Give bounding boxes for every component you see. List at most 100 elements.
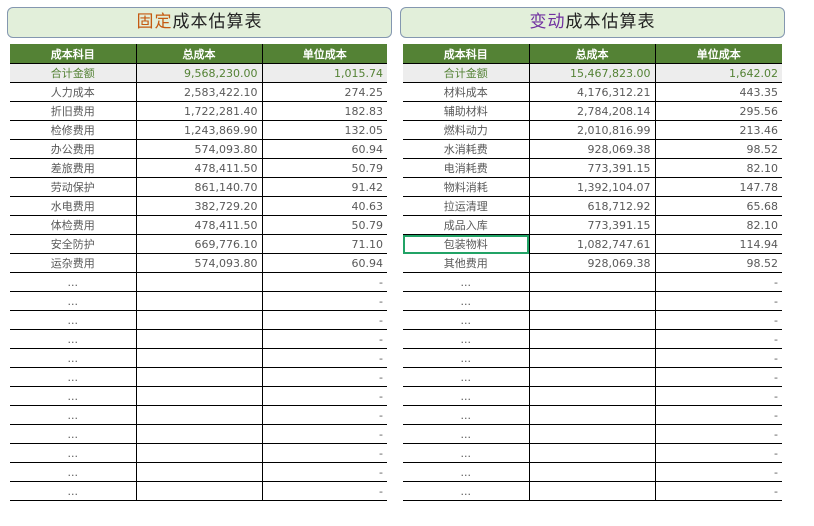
cell[interactable]: 98.52 xyxy=(654,139,782,159)
cell[interactable] xyxy=(528,310,655,330)
cell[interactable]: 132.05 xyxy=(261,120,387,140)
cell[interactable]: - xyxy=(261,481,387,501)
cell[interactable]: 382,729.20 xyxy=(135,196,262,216)
cell[interactable]: 928,069.38 xyxy=(528,139,655,159)
cell[interactable]: ... xyxy=(10,329,136,349)
cell[interactable] xyxy=(135,386,262,406)
cell[interactable]: - xyxy=(654,386,782,406)
cell[interactable]: ... xyxy=(10,348,136,368)
cell[interactable]: ... xyxy=(10,291,136,311)
cell[interactable]: ... xyxy=(10,405,136,425)
cell[interactable]: - xyxy=(261,291,387,311)
cell[interactable]: - xyxy=(654,405,782,425)
cell[interactable]: 体检费用 xyxy=(10,215,136,235)
cell[interactable]: 182.83 xyxy=(261,101,387,121)
cell[interactable] xyxy=(528,481,655,501)
cell[interactable]: 50.79 xyxy=(261,158,387,178)
cell[interactable]: 拉运清理 xyxy=(403,196,529,216)
cell[interactable]: - xyxy=(261,405,387,425)
cell[interactable] xyxy=(135,348,262,368)
cell[interactable] xyxy=(528,272,655,292)
cell[interactable]: 1,243,869.90 xyxy=(135,120,262,140)
cell[interactable]: 91.42 xyxy=(261,177,387,197)
cell[interactable] xyxy=(528,329,655,349)
cell[interactable]: 60.94 xyxy=(261,253,387,273)
cell[interactable]: 差旅费用 xyxy=(10,158,136,178)
cell[interactable]: 213.46 xyxy=(654,120,782,140)
cell[interactable]: 材料成本 xyxy=(403,82,529,102)
cell[interactable]: 燃料动力 xyxy=(403,120,529,140)
cell[interactable]: ... xyxy=(10,367,136,387)
cell[interactable]: 2,010,816.99 xyxy=(528,120,655,140)
cell[interactable]: 773,391.15 xyxy=(528,215,655,235)
cell[interactable]: ... xyxy=(10,272,136,292)
column-header[interactable]: 总成本 xyxy=(528,44,655,64)
cell[interactable]: ... xyxy=(403,329,529,349)
cell[interactable]: 928,069.38 xyxy=(528,253,655,273)
cell[interactable] xyxy=(135,329,262,349)
cell[interactable]: 147.78 xyxy=(654,177,782,197)
cell[interactable] xyxy=(135,424,262,444)
column-header[interactable]: 成本科目 xyxy=(10,44,136,64)
cell[interactable]: - xyxy=(654,367,782,387)
cell[interactable] xyxy=(135,367,262,387)
cell[interactable]: 1,642.02 xyxy=(654,63,782,83)
cell[interactable]: 辅助材料 xyxy=(403,101,529,121)
cell[interactable] xyxy=(528,462,655,482)
cell[interactable]: 40.63 xyxy=(261,196,387,216)
cell[interactable]: 773,391.15 xyxy=(528,158,655,178)
cell[interactable]: 274.25 xyxy=(261,82,387,102)
column-header[interactable]: 单位成本 xyxy=(261,44,387,64)
cell[interactable]: 98.52 xyxy=(654,253,782,273)
cell[interactable]: 669,776.10 xyxy=(135,234,262,254)
cell[interactable]: 人力成本 xyxy=(10,82,136,102)
cell[interactable]: - xyxy=(261,310,387,330)
cell[interactable]: ... xyxy=(10,462,136,482)
cell[interactable]: 478,411.50 xyxy=(135,158,262,178)
cell[interactable]: 114.94 xyxy=(654,234,782,254)
cell[interactable]: 1,082,747.61 xyxy=(528,234,655,254)
column-header[interactable]: 单位成本 xyxy=(654,44,782,64)
cell[interactable]: 包装物料 xyxy=(403,234,529,254)
cell[interactable] xyxy=(135,272,262,292)
cell[interactable] xyxy=(528,424,655,444)
cell[interactable]: 检修费用 xyxy=(10,120,136,140)
cell[interactable]: 574,093.80 xyxy=(135,253,262,273)
cell[interactable]: 618,712.92 xyxy=(528,196,655,216)
cell[interactable]: 物料消耗 xyxy=(403,177,529,197)
cell[interactable]: ... xyxy=(403,424,529,444)
cell[interactable] xyxy=(135,310,262,330)
column-header[interactable]: 总成本 xyxy=(135,44,262,64)
cell[interactable]: - xyxy=(261,462,387,482)
cell[interactable]: - xyxy=(261,367,387,387)
cell[interactable]: ... xyxy=(10,424,136,444)
cell[interactable]: 1,722,281.40 xyxy=(135,101,262,121)
cell[interactable]: 合计金额 xyxy=(403,63,529,83)
cell[interactable]: 82.10 xyxy=(654,158,782,178)
cell[interactable] xyxy=(528,367,655,387)
cell[interactable]: ... xyxy=(403,386,529,406)
cell[interactable]: 运杂费用 xyxy=(10,253,136,273)
cell[interactable]: - xyxy=(261,443,387,463)
cell[interactable]: ... xyxy=(10,310,136,330)
cell[interactable]: 2,583,422.10 xyxy=(135,82,262,102)
cell[interactable]: ... xyxy=(403,405,529,425)
cell[interactable]: 71.10 xyxy=(261,234,387,254)
cell[interactable] xyxy=(135,462,262,482)
cell[interactable]: 劳动保护 xyxy=(10,177,136,197)
cell[interactable]: 其他费用 xyxy=(403,253,529,273)
cell[interactable]: ... xyxy=(403,481,529,501)
cell[interactable]: ... xyxy=(403,462,529,482)
cell[interactable]: - xyxy=(654,481,782,501)
cell[interactable]: ... xyxy=(403,443,529,463)
cell[interactable]: - xyxy=(654,462,782,482)
cell[interactable]: ... xyxy=(10,386,136,406)
cell[interactable] xyxy=(528,405,655,425)
cell[interactable]: - xyxy=(261,386,387,406)
cell[interactable]: 电消耗费 xyxy=(403,158,529,178)
cell[interactable] xyxy=(135,481,262,501)
cell[interactable]: 4,176,312.21 xyxy=(528,82,655,102)
cell[interactable]: 65.68 xyxy=(654,196,782,216)
column-header[interactable]: 成本科目 xyxy=(403,44,529,64)
cell[interactable] xyxy=(528,386,655,406)
